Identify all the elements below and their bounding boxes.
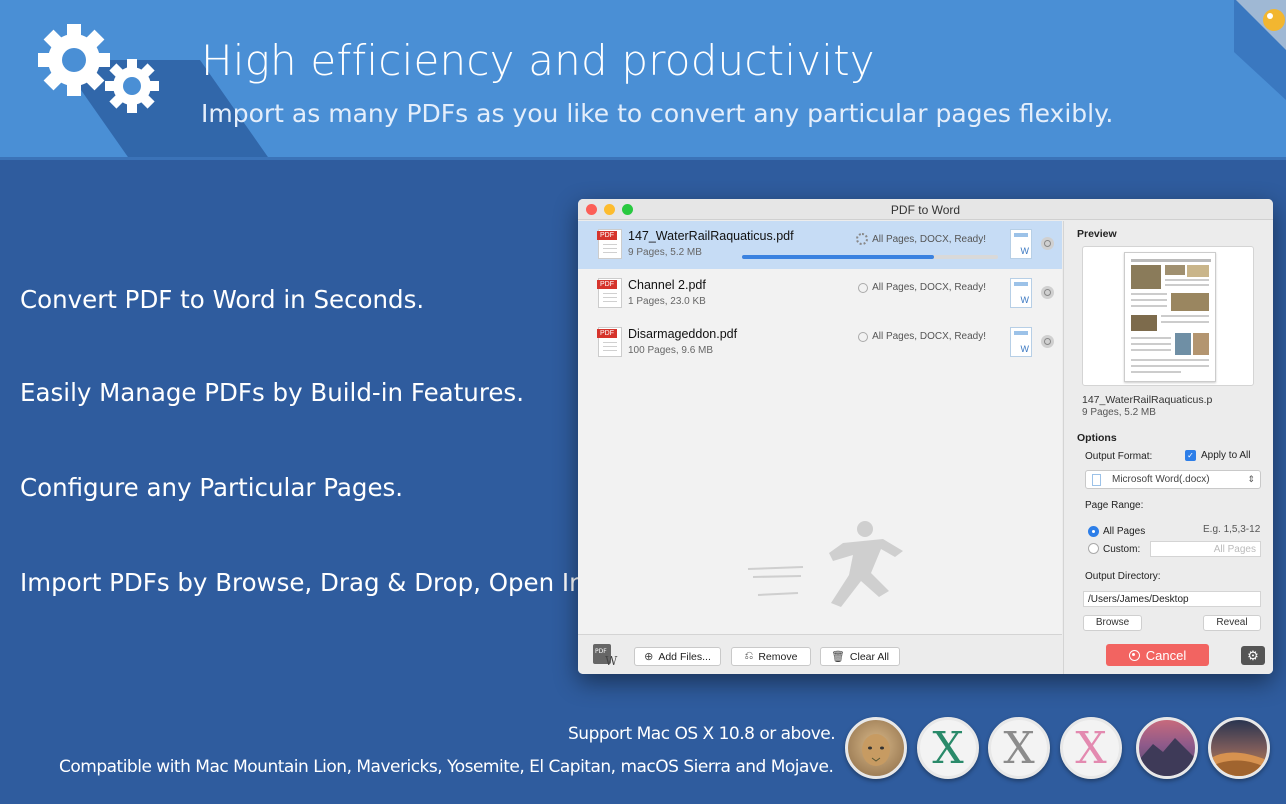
mavericks-icon: X <box>917 717 979 779</box>
file-status: All Pages, DOCX, Ready! <box>858 282 986 293</box>
sierra-icon <box>1136 717 1198 779</box>
apply-to-all-checkbox[interactable]: ✓ <box>1185 450 1196 461</box>
custom-range-input[interactable]: All Pages <box>1150 541 1261 557</box>
output-directory-field[interactable]: /Users/James/Desktop <box>1083 591 1261 607</box>
output-directory-label: Output Directory: <box>1085 571 1161 582</box>
preview-heading: Preview <box>1077 228 1117 240</box>
progress-bar <box>742 255 998 259</box>
preview-thumbnail <box>1124 252 1216 382</box>
file-list[interactable]: PDF 147_WaterRailRaquaticus.pdf 9 Pages,… <box>578 221 1062 634</box>
file-status: All Pages, DOCX, Ready! <box>856 233 986 245</box>
file-name: Channel 2.pdf <box>628 278 706 292</box>
file-row[interactable]: PDF Disarmageddon.pdf 100 Pages, 9.6 MB … <box>578 319 1062 367</box>
output-format-label: Output Format: <box>1085 451 1153 462</box>
file-meta: 9 Pages, 5.2 MB <box>628 247 702 258</box>
file-meta: 1 Pages, 23.0 KB <box>628 296 706 307</box>
file-row[interactable]: PDF Channel 2.pdf 1 Pages, 23.0 KB All P… <box>578 270 1062 318</box>
word-file-icon: W <box>1010 327 1032 357</box>
sidebar: Preview 147_WaterRailRaquaticus.p 9 Page… <box>1063 221 1273 674</box>
compatibility-text: Compatible with Mac Mountain Lion, Maver… <box>59 757 834 777</box>
running-man-icon <box>747 521 903 607</box>
feature-text: Easily Manage PDFs by Build-in Features. <box>20 378 524 407</box>
support-text: Support Mac OS X 10.8 or above. <box>568 724 836 744</box>
remove-icon: ⎌ <box>744 650 754 662</box>
preview-panel <box>1082 246 1254 386</box>
remove-button[interactable]: ⎌ Remove <box>731 647 811 666</box>
banner-subtitle: Import as many PDFs as you like to conve… <box>201 99 1114 128</box>
banner: High efficiency and productivity Import … <box>0 0 1286 157</box>
pending-icon <box>858 331 869 342</box>
corner-badge-icon <box>1234 0 1286 100</box>
document-preview-icon <box>1131 259 1211 373</box>
chevron-updown-icon: ⇕ <box>1247 474 1255 484</box>
banner-title: High efficiency and productivity <box>201 36 875 85</box>
app-window: PDF to Word PDF 147_WaterRailRaquaticus.… <box>578 199 1273 674</box>
all-pages-radio[interactable] <box>1088 526 1099 537</box>
bottom-toolbar: PDF W ⊕ Add Files... ⎌ Remove 🗑 Clear Al… <box>578 634 1062 674</box>
cancel-button[interactable]: Cancel <box>1106 644 1209 666</box>
add-file-icon: ⊕ <box>644 651 654 663</box>
preview-file-meta: 9 Pages, 5.2 MB <box>1082 407 1156 418</box>
output-format-select[interactable]: Microsoft Word(.docx) ⇕ <box>1085 470 1261 489</box>
settings-gear-button[interactable]: ⚙ <box>1241 646 1265 665</box>
pdf-file-icon: PDF <box>597 229 622 259</box>
file-meta: 100 Pages, 9.6 MB <box>628 345 714 356</box>
feature-text: Configure any Particular Pages. <box>20 473 404 502</box>
yosemite-icon: X <box>988 717 1050 779</box>
apply-to-all-label: Apply to All <box>1201 450 1251 461</box>
title-bar: PDF to Word <box>578 199 1273 220</box>
file-row[interactable]: PDF 147_WaterRailRaquaticus.pdf 9 Pages,… <box>578 221 1062 269</box>
app-logo-icon: PDF W <box>593 644 618 667</box>
reveal-button[interactable]: Reveal <box>1203 615 1261 631</box>
pdf-file-icon: PDF <box>597 327 622 357</box>
magnifier-icon[interactable] <box>1041 237 1054 250</box>
trash-icon: 🗑 <box>830 651 845 663</box>
file-name: 147_WaterRailRaquaticus.pdf <box>628 229 794 243</box>
magnifier-icon[interactable] <box>1041 335 1054 348</box>
spinner-icon <box>856 233 869 245</box>
feature-text: Import PDFs by Browse, Drag & Drop, Open… <box>20 568 593 597</box>
page-range-example: E.g. 1,5,3-12 <box>1203 524 1261 535</box>
banner-divider <box>0 157 1286 160</box>
stop-icon <box>1128 649 1140 661</box>
word-file-icon: W <box>1010 278 1032 308</box>
mojave-icon <box>1208 717 1270 779</box>
all-pages-label: All Pages <box>1103 526 1146 537</box>
browse-button[interactable]: Browse <box>1083 615 1142 631</box>
window-title: PDF to Word <box>890 203 961 217</box>
clear-all-button[interactable]: 🗑 Clear All <box>820 647 900 666</box>
preview-file-name: 147_WaterRailRaquaticus.p <box>1082 394 1213 406</box>
word-file-icon: W <box>1010 229 1032 259</box>
file-status: All Pages, DOCX, Ready! <box>858 331 986 342</box>
pdf-file-icon: PDF <box>597 278 622 308</box>
custom-radio[interactable] <box>1088 543 1099 554</box>
svg-text:W: W <box>605 654 618 667</box>
custom-label: Custom: <box>1103 544 1141 555</box>
file-name: Disarmageddon.pdf <box>628 327 738 341</box>
options-heading: Options <box>1077 432 1117 444</box>
page-range-label: Page Range: <box>1085 500 1144 511</box>
el-capitan-icon: X <box>1060 717 1122 779</box>
add-files-button[interactable]: ⊕ Add Files... <box>634 647 721 666</box>
magnifier-icon[interactable] <box>1041 286 1054 299</box>
gears-icon <box>38 24 159 113</box>
pending-icon <box>858 282 869 293</box>
progress-fill <box>742 255 934 259</box>
word-doc-icon <box>1092 474 1101 486</box>
feature-text: Convert PDF to Word in Seconds. <box>20 285 425 314</box>
mountain-lion-icon <box>845 717 907 779</box>
